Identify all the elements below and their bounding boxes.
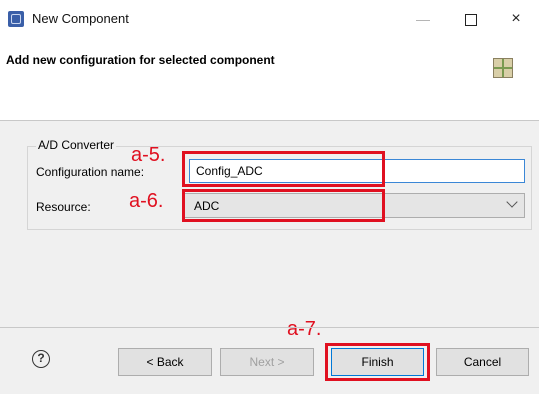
config-name-label: Configuration name:	[36, 165, 145, 179]
page-title: Add new configuration for selected compo…	[6, 53, 275, 67]
title-bar: New Component — ×	[0, 0, 539, 38]
annotation-a6-box	[182, 189, 385, 222]
chevron-down-icon	[506, 196, 518, 208]
footer-divider	[0, 327, 539, 328]
group-label: A/D Converter	[36, 138, 117, 152]
wizard-header: Add new configuration for selected compo…	[0, 38, 539, 121]
back-button[interactable]: < Back	[118, 348, 212, 376]
finish-button[interactable]: Finish	[331, 348, 424, 376]
next-button[interactable]: Next >	[220, 348, 314, 376]
annotation-a5: a-5.	[131, 144, 166, 166]
minimize-button[interactable]: —	[400, 0, 446, 38]
maximize-button[interactable]	[448, 0, 494, 38]
help-icon[interactable]: ?	[32, 350, 50, 368]
close-button[interactable]: ×	[493, 0, 539, 38]
annotation-a7: a-7.	[287, 318, 322, 340]
app-icon	[8, 11, 24, 27]
component-icon	[493, 58, 513, 78]
annotation-a5-box	[182, 151, 385, 187]
annotation-a6: a-6.	[129, 190, 164, 212]
cancel-button[interactable]: Cancel	[436, 348, 529, 376]
window-title: New Component	[32, 11, 129, 26]
maximize-icon	[465, 14, 477, 27]
resource-label: Resource:	[36, 200, 91, 214]
